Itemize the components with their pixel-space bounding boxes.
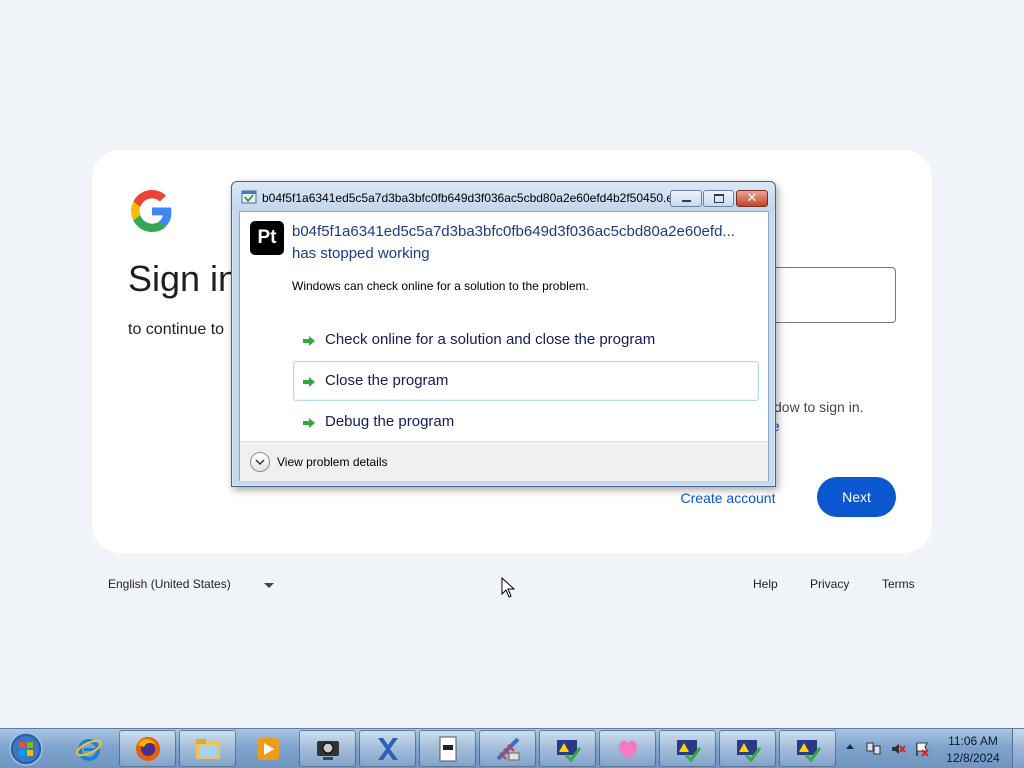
warning-app-icon[interactable] — [659, 730, 716, 767]
option-label: Debug the program — [325, 413, 455, 430]
google-logo-icon — [131, 190, 172, 232]
maximize-icon — [714, 194, 724, 203]
document-icon — [439, 736, 457, 762]
next-button[interactable]: Next — [817, 477, 896, 517]
dialog-description: Windows can check online for a solution … — [292, 279, 589, 293]
close-icon: ✕ — [746, 190, 758, 205]
option-label: Close the program — [325, 372, 449, 389]
language-select[interactable]: English (United States) — [108, 577, 231, 591]
file-explorer-icon[interactable] — [179, 730, 236, 767]
dialog-content: Pt b04f5f1a6341ed5c5a7d3ba3bfc0fb649d3f0… — [239, 211, 769, 481]
green-arrow-icon — [303, 377, 315, 387]
heart-icon — [618, 740, 638, 759]
internet-explorer-icon[interactable] — [60, 730, 117, 767]
dialog-heading-program: b04f5f1a6341ed5c5a7d3ba3bfc0fb649d3f036a… — [292, 223, 735, 240]
green-arrow-icon — [303, 418, 315, 428]
chevron-down-icon — [255, 459, 265, 466]
debug-program-option[interactable]: Debug the program — [293, 402, 759, 442]
page-subtitle: to continue to — [128, 321, 225, 338]
mouse-cursor-icon — [501, 577, 515, 598]
folder-icon — [196, 739, 220, 759]
help-link[interactable]: Help — [753, 577, 778, 591]
terms-link[interactable]: Terms — [882, 577, 915, 591]
network-tool-icon[interactable] — [479, 730, 536, 767]
show-desktop-button[interactable] — [1012, 729, 1024, 768]
warning-app-icon[interactable] — [719, 730, 776, 767]
volume-muted-icon[interactable] — [890, 741, 906, 757]
media-player-icon[interactable] — [239, 730, 296, 767]
document-app-icon[interactable] — [419, 730, 476, 767]
firefox-logo-icon — [136, 737, 160, 761]
warning-app-icon[interactable] — [539, 730, 596, 767]
close-program-option[interactable]: Close the program — [293, 361, 759, 401]
start-button-icon[interactable] — [4, 731, 48, 767]
page-title: Sign in — [128, 258, 239, 299]
camera-icon — [317, 741, 339, 760]
view-details-label[interactable]: View problem details — [277, 455, 388, 469]
show-hidden-icons-icon[interactable] — [846, 744, 854, 749]
x-logo-icon — [378, 738, 398, 760]
clock-date[interactable]: 12/8/2024 — [938, 751, 1008, 765]
stopped-working-dialog: b04f5f1a6341ed5c5a7d3ba3bfc0fb649d3f036a… — [231, 181, 776, 487]
minimize-icon — [682, 200, 691, 202]
sign-in-hint-text: dow to sign in. — [774, 399, 864, 415]
warning-check-icon — [677, 740, 702, 763]
dialog-heading-status: has stopped working — [292, 245, 430, 262]
network-icon — [496, 737, 520, 761]
warning-check-icon — [737, 740, 762, 763]
program-icon: Pt — [250, 221, 284, 255]
option-label: Check online for a solution and close th… — [325, 331, 656, 348]
action-center-icon[interactable] — [914, 741, 930, 757]
dialog-title: b04f5f1a6341ed5c5a7d3ba3bfc0fb649d3f036a… — [262, 191, 686, 205]
check-online-option[interactable]: Check online for a solution and close th… — [293, 320, 759, 360]
pink-heart-app-icon[interactable] — [599, 730, 656, 767]
privacy-link[interactable]: Privacy — [810, 577, 849, 591]
close-button[interactable]: ✕ — [736, 190, 768, 207]
warning-check-icon — [557, 740, 582, 763]
dialog-footer: View problem details — [240, 441, 768, 481]
clock-time[interactable]: 11:06 AM — [938, 734, 1008, 748]
language-dropdown-icon[interactable] — [264, 583, 274, 588]
view-details-button[interactable] — [250, 452, 270, 472]
firefox-icon[interactable] — [119, 730, 176, 767]
play-icon — [257, 738, 279, 760]
warning-check-icon — [797, 740, 822, 763]
app-window-icon — [241, 190, 257, 204]
minimize-button[interactable] — [670, 190, 702, 207]
warning-app-icon[interactable] — [779, 730, 836, 767]
green-arrow-icon — [303, 336, 315, 346]
maximize-button[interactable] — [703, 190, 734, 207]
x-app-icon[interactable] — [359, 730, 416, 767]
dialog-titlebar[interactable]: b04f5f1a6341ed5c5a7d3ba3bfc0fb649d3f036a… — [232, 182, 775, 210]
ie-logo-icon — [76, 739, 102, 761]
network-tray-icon[interactable] — [866, 741, 882, 757]
webcam-app-icon[interactable] — [299, 730, 356, 767]
